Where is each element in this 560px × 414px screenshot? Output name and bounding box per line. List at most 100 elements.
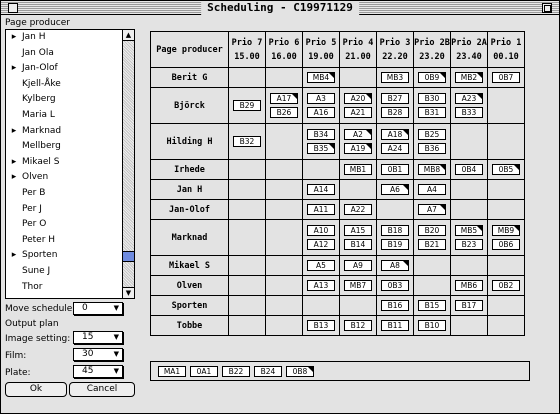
grid-cell[interactable]: 0B4 [450, 159, 488, 180]
page-chip[interactable]: B28 [381, 107, 409, 118]
grid-cell[interactable]: 0B1 [376, 159, 414, 180]
page-chip[interactable]: B23 [455, 239, 483, 250]
page-chip[interactable]: A12 [307, 239, 335, 250]
grid-cell[interactable] [487, 179, 525, 200]
page-chip[interactable]: B36 [418, 143, 446, 154]
page-chip[interactable]: 0B9 [418, 72, 446, 83]
page-chip[interactable]: A23 [455, 93, 483, 104]
page-chip[interactable]: 0B1 [381, 164, 409, 175]
page-chip[interactable]: B35 [307, 143, 335, 154]
grid-cell[interactable] [487, 295, 525, 316]
cancel-button[interactable]: Cancel [69, 382, 135, 397]
grid-cell[interactable]: B16 [376, 295, 414, 316]
page-chip[interactable]: A7 [418, 204, 446, 215]
grid-cell[interactable] [228, 219, 266, 256]
page-chip[interactable]: B20 [418, 225, 446, 236]
scroll-up-arrow-icon[interactable]: ▲ [123, 30, 134, 41]
grid-cell[interactable]: MB3 [376, 67, 414, 88]
grid-cell[interactable]: MB7 [339, 275, 377, 296]
grid-cell[interactable]: B20 B21 [413, 219, 451, 256]
list-item[interactable]: ▸ Jan-Olof [6, 61, 122, 77]
page-chip[interactable]: A10 [307, 225, 335, 236]
grid-cell[interactable] [265, 159, 303, 180]
grid-cell[interactable]: 0B9 [413, 67, 451, 88]
column-header[interactable]: Prio 2A 23.40 [450, 31, 488, 68]
grid-cell[interactable] [487, 123, 525, 160]
grid-cell[interactable]: B13 [302, 315, 340, 336]
grid-cell[interactable] [450, 123, 488, 160]
page-chip[interactable]: B10 [418, 320, 446, 331]
grid-cell[interactable] [265, 219, 303, 256]
page-chip[interactable]: B11 [381, 320, 409, 331]
grid-cell[interactable]: 0B5 [487, 159, 525, 180]
grid-cell[interactable]: MB4 [302, 67, 340, 88]
page-producer-list[interactable]: ▸ Jan H Jan Ola ▸ Jan-Olof Kjell-Åke Kylberg Ma… [5, 29, 135, 299]
unassigned-pages-tray[interactable]: MA1 0A1 B22 B24 0B8 [150, 361, 530, 381]
page-chip[interactable]: B17 [455, 300, 483, 311]
grid-cell[interactable]: A14 [302, 179, 340, 200]
page-chip[interactable]: A4 [418, 184, 446, 195]
grid-cell[interactable] [487, 87, 525, 124]
close-box[interactable] [8, 3, 18, 13]
expand-triangle-icon[interactable]: ▸ [6, 30, 22, 46]
grid-cell[interactable]: A13 [302, 275, 340, 296]
grid-cell[interactable]: A6 [376, 179, 414, 200]
page-chip[interactable]: B33 [455, 107, 483, 118]
grid-cell[interactable] [228, 179, 266, 200]
page-chip[interactable]: B34 [307, 129, 335, 140]
page-chip[interactable]: A20 [344, 93, 372, 104]
page-chip[interactable]: A17 [270, 93, 298, 104]
grid-cell[interactable]: B11 [376, 315, 414, 336]
grid-cell[interactable] [450, 179, 488, 200]
scroll-down-arrow-icon[interactable]: ▼ [123, 287, 134, 298]
grid-cell[interactable]: B25 B36 [413, 123, 451, 160]
page-chip[interactable]: B32 [233, 136, 261, 147]
expand-triangle-icon[interactable]: ▸ [6, 124, 22, 140]
column-header[interactable]: Prio 6 16.00 [265, 31, 303, 68]
grid-cell[interactable] [302, 159, 340, 180]
page-chip[interactable]: MA1 [158, 365, 186, 377]
page-chip[interactable]: B16 [381, 300, 409, 311]
page-chip[interactable]: MB7 [344, 280, 372, 291]
page-chip[interactable]: A15 [344, 225, 372, 236]
page-chip[interactable]: A11 [307, 204, 335, 215]
list-item[interactable]: Kylberg [6, 92, 122, 108]
grid-cell[interactable] [228, 199, 266, 220]
grid-cell[interactable] [265, 295, 303, 316]
list-item[interactable]: ▸ Olven [6, 170, 122, 186]
grid-cell[interactable]: B17 [450, 295, 488, 316]
grid-cell[interactable]: B32 [228, 123, 266, 160]
column-header[interactable]: Prio 3 22.20 [376, 31, 414, 68]
page-chip[interactable]: MB6 [455, 280, 483, 291]
column-header[interactable]: Prio 1 00.10 [487, 31, 525, 68]
page-chip[interactable]: A6 [381, 184, 409, 195]
list-item[interactable]: Jan Ola [6, 46, 122, 62]
page-chip[interactable]: A2 [344, 129, 372, 140]
page-chip[interactable]: B24 [254, 365, 282, 377]
grid-cell[interactable] [228, 67, 266, 88]
grid-cell[interactable] [265, 275, 303, 296]
page-chip[interactable]: A21 [344, 107, 372, 118]
column-header[interactable]: Prio 4 21.00 [339, 31, 377, 68]
list-item[interactable]: Per O [6, 217, 122, 233]
expand-triangle-icon[interactable]: ▸ [6, 155, 22, 171]
image-setting-popup[interactable]: 15 ▼ [73, 331, 123, 344]
grid-cell[interactable] [265, 199, 303, 220]
grid-cell[interactable] [228, 159, 266, 180]
page-chip[interactable]: A19 [344, 143, 372, 154]
grid-cell[interactable] [450, 255, 488, 276]
grid-cell[interactable] [339, 295, 377, 316]
page-chip[interactable]: A5 [307, 260, 335, 271]
column-header[interactable]: Prio 2B 23.20 [413, 31, 451, 68]
list-item[interactable]: ▸ Mikael S [6, 155, 122, 171]
list-item[interactable]: ▸ Marknad [6, 124, 122, 140]
grid-cell[interactable]: A20 A21 [339, 87, 377, 124]
grid-cell[interactable]: MB1 [339, 159, 377, 180]
page-chip[interactable]: B30 [418, 93, 446, 104]
grid-cell[interactable] [265, 315, 303, 336]
grid-cell[interactable]: A10 A12 [302, 219, 340, 256]
list-item[interactable]: ▸ Jan H [6, 30, 122, 46]
grid-cell[interactable]: A8 [376, 255, 414, 276]
grid-cell[interactable] [265, 123, 303, 160]
title-bar[interactable]: Scheduling - C19971129 [1, 1, 559, 15]
